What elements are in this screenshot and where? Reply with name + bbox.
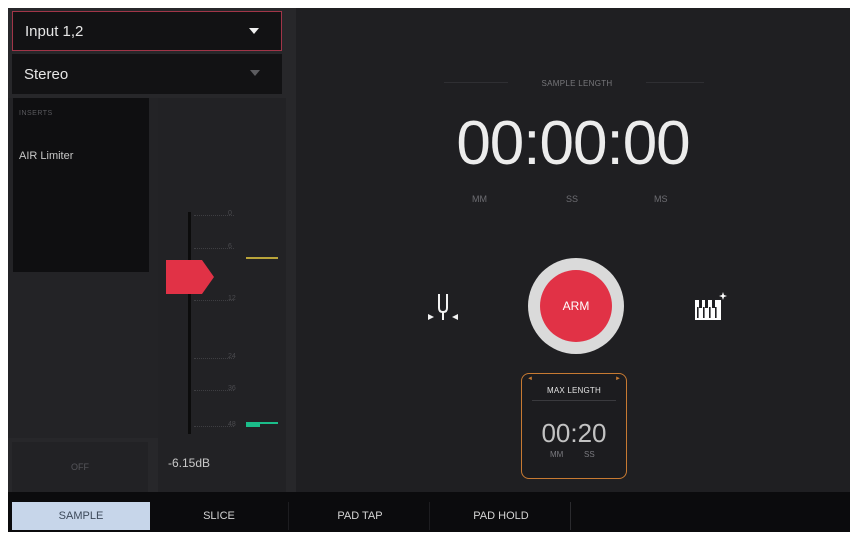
max-length-unit-ss: SS	[584, 450, 595, 459]
tab-slice[interactable]: SLICE	[150, 502, 288, 530]
fader-scale-label: 36	[228, 385, 236, 392]
tab-pad-hold[interactable]: PAD HOLD	[432, 502, 570, 530]
input-select-value: Input 1,2	[25, 22, 84, 40]
timer-unit-ms: MS	[654, 194, 668, 204]
fader-value: -6.15dB	[168, 456, 211, 470]
max-length-title: MAX LENGTH	[546, 386, 601, 395]
tab-divider	[288, 502, 289, 530]
fader-track[interactable]	[188, 212, 191, 434]
fader-scale-label: 12	[228, 295, 236, 302]
timer-unit-ss: SS	[566, 194, 579, 204]
mode-select-value: Stereo	[24, 65, 69, 83]
chevron-down-icon	[250, 70, 260, 76]
insert-item[interactable]: AIR Limiter	[19, 150, 73, 162]
mode-tab-bar: SAMPLE SLICE PAD TAP PAD HOLD	[8, 492, 850, 532]
max-length-control[interactable]: ◄ ► MAX LENGTH 00:20 MM SS	[521, 373, 627, 479]
max-length-increment[interactable]: ►	[615, 376, 621, 382]
arm-button[interactable]: ARM	[540, 270, 612, 342]
input-select[interactable]: Input 1,2	[12, 11, 282, 51]
max-length-value: 00:20	[541, 418, 607, 448]
fader-scale-label: 6	[228, 243, 232, 250]
tab-pad-tap[interactable]: PAD TAP	[291, 502, 429, 530]
chevron-down-icon	[249, 28, 259, 34]
level-meter-peak	[246, 257, 278, 259]
off-button[interactable]: OFF	[12, 442, 148, 492]
inserts-header: INSERTS	[19, 110, 53, 117]
fader-scale-label: 24	[228, 353, 236, 360]
mode-select[interactable]: Stereo	[12, 54, 282, 94]
fader-handle[interactable]	[166, 260, 214, 294]
max-length-divider	[532, 400, 616, 401]
tab-divider	[429, 502, 430, 530]
max-length-unit-mm: MM	[550, 450, 564, 459]
level-meter-signal-bar	[246, 424, 260, 427]
tab-sample[interactable]: SAMPLE	[12, 502, 150, 530]
fader-scale-label: 0	[228, 210, 232, 217]
max-length-decrement[interactable]: ◄	[527, 376, 533, 382]
sample-length-timer: 00:00:00	[456, 109, 690, 178]
tuning-fork-icon[interactable]	[426, 290, 460, 324]
fader-column	[158, 98, 286, 492]
inserts-panel[interactable]: INSERTS AIR Limiter	[13, 98, 149, 272]
tab-divider	[570, 502, 571, 530]
fader-scale-label: 48	[228, 421, 236, 428]
timer-unit-mm: MM	[472, 194, 487, 204]
sampler-screen: Input 1,2 Stereo INSERTS AIR Limiter OFF…	[8, 8, 850, 492]
piano-keys-icon[interactable]	[692, 290, 728, 326]
sample-length-label: SAMPLE LENGTH	[508, 79, 646, 88]
